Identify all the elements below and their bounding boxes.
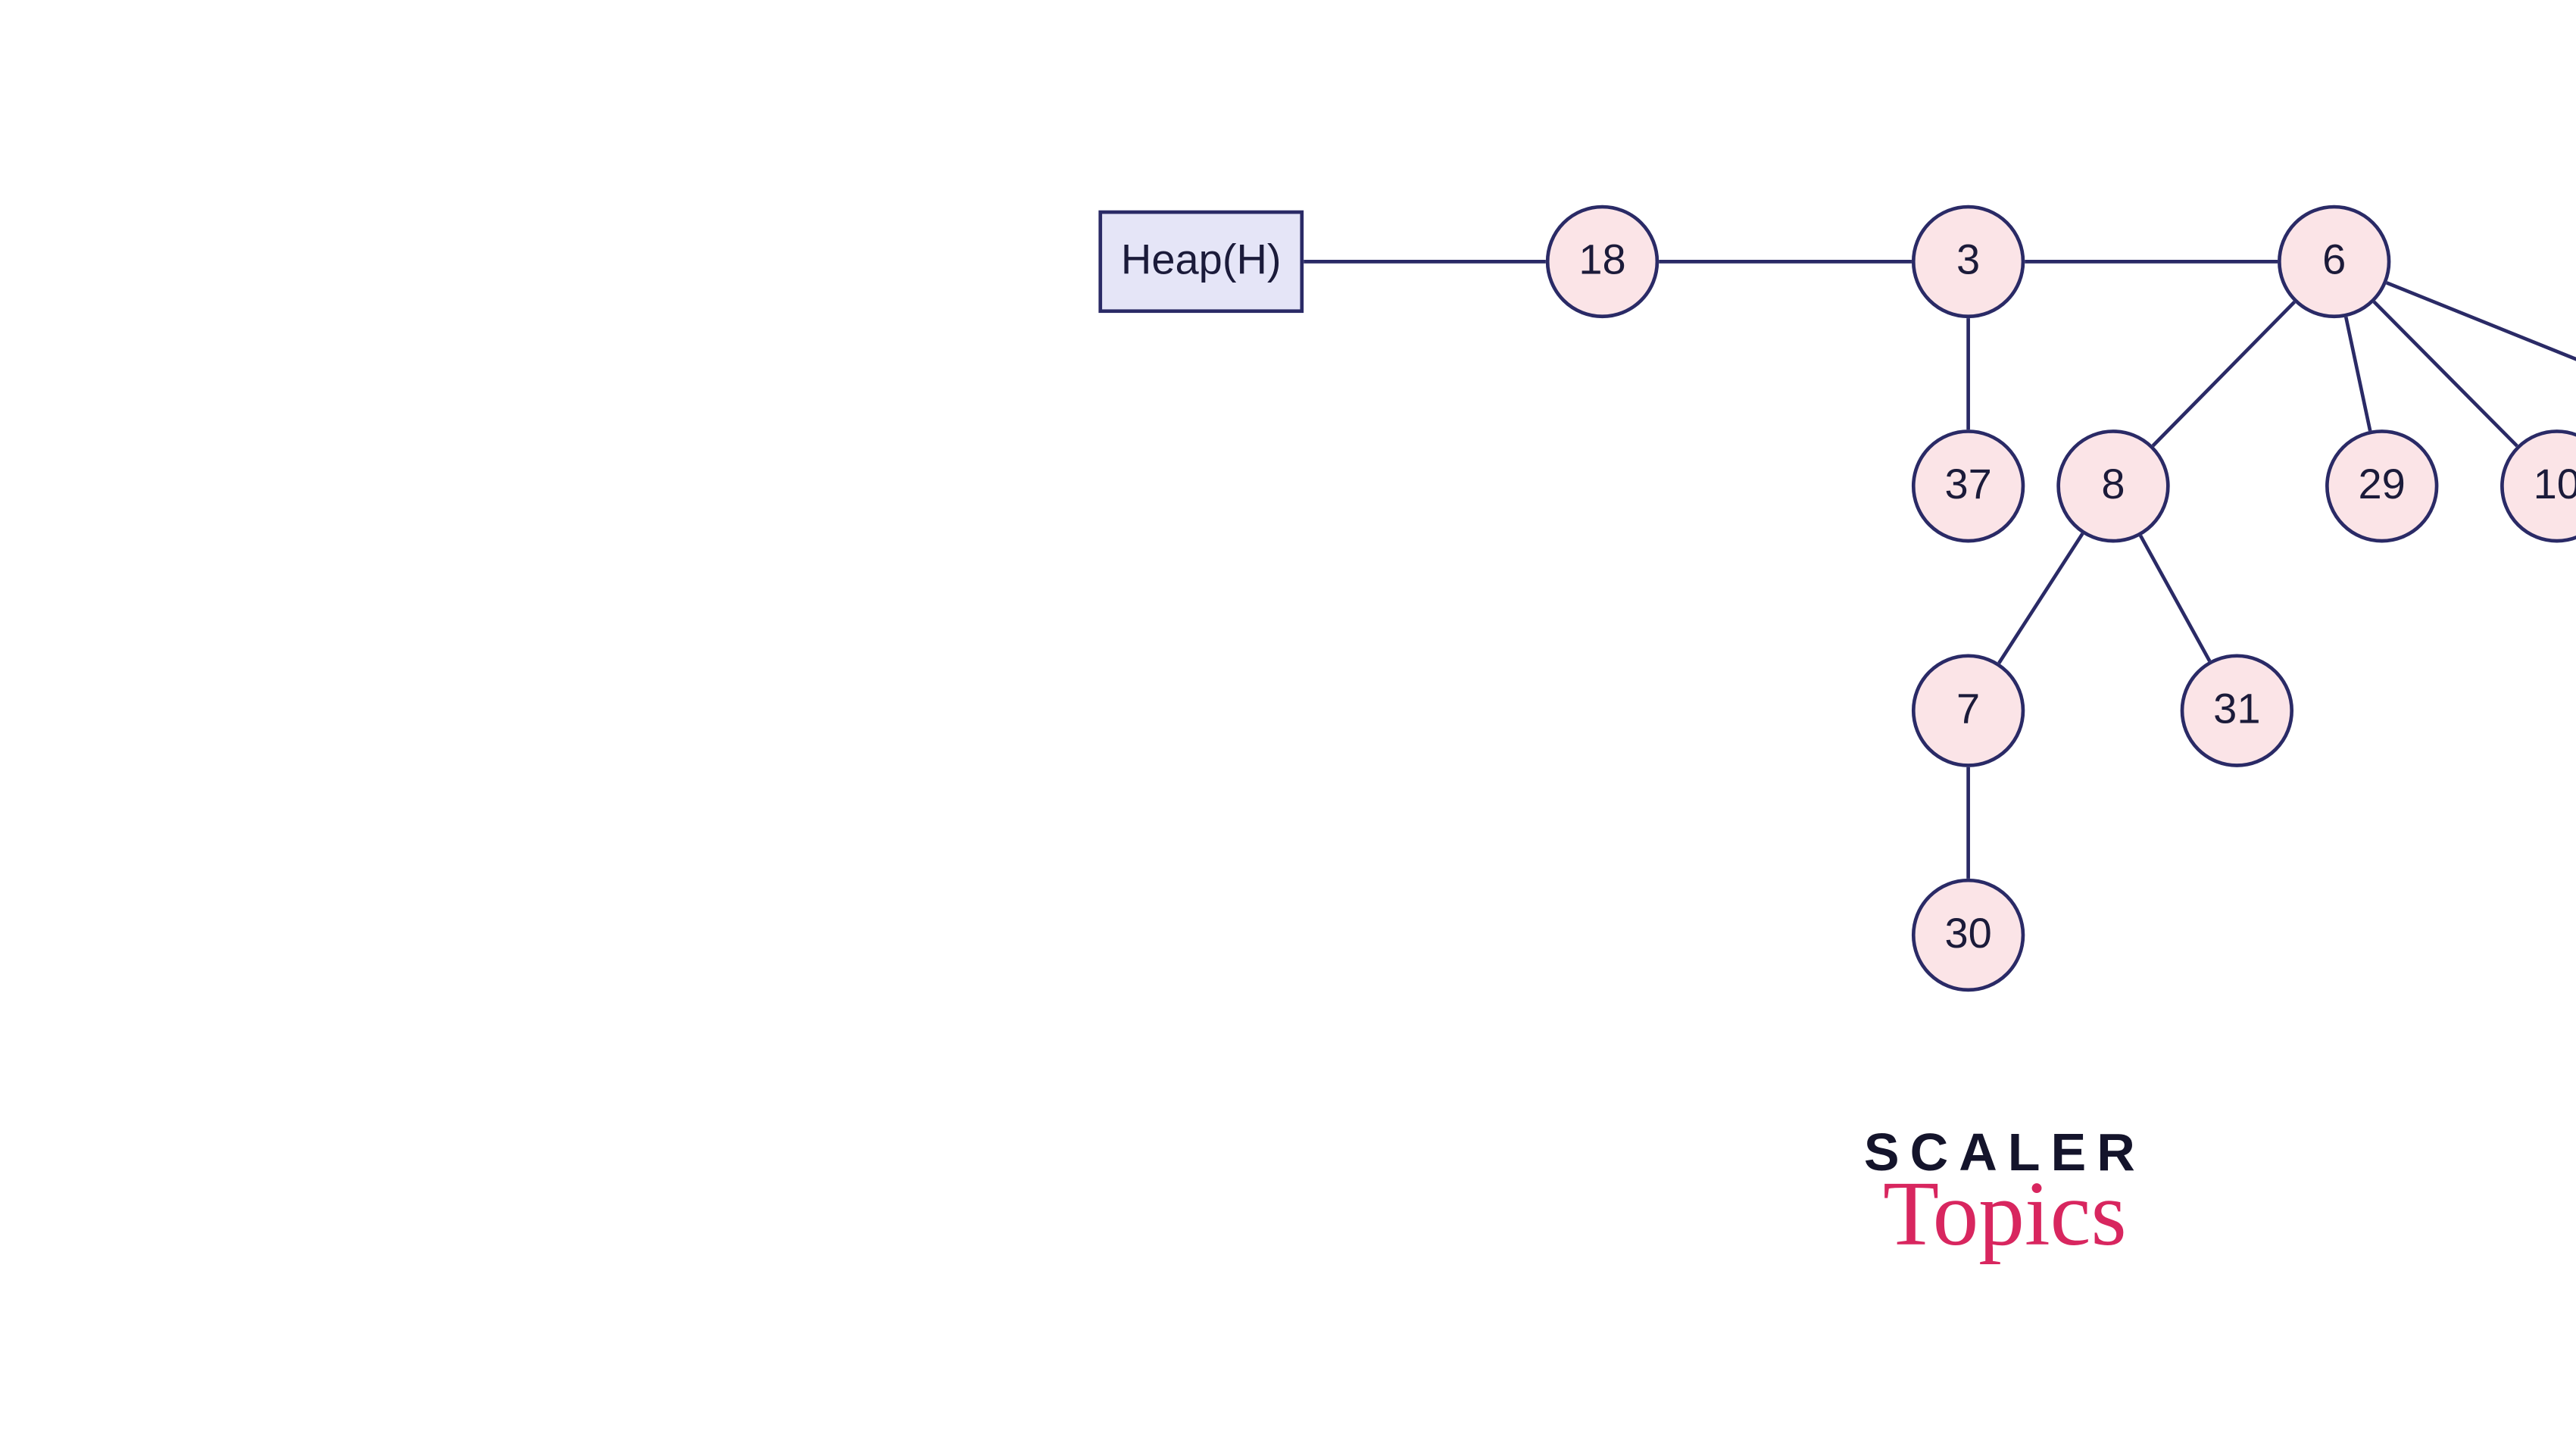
branding-line2: Topics: [1864, 1170, 2146, 1262]
node-label: Heap(H): [1121, 237, 1282, 286]
edge: [2346, 317, 2370, 430]
edge: [1999, 534, 2082, 664]
node-label: 30: [1944, 910, 1991, 960]
heap-node: 7: [1912, 654, 2025, 767]
node-label: 31: [2213, 686, 2260, 735]
heap-node: 6: [2278, 205, 2390, 318]
node-label: 37: [1944, 461, 1991, 511]
edge: [2374, 301, 2517, 445]
heap-node: 10: [2500, 429, 2576, 542]
heap-node: 37: [1912, 429, 2025, 542]
heap-node: 30: [1912, 879, 2025, 992]
branding-logo: SCALER Topics: [1864, 1128, 2146, 1262]
node-label: 18: [1578, 237, 1625, 286]
node-label: 6: [2322, 237, 2346, 286]
heap-node: 8: [2056, 429, 2169, 542]
node-label: 29: [2359, 461, 2406, 511]
heap-root-label: Heap(H): [1098, 211, 1304, 313]
heap-node: 3: [1912, 205, 2025, 318]
heap-node: 31: [2181, 654, 2293, 767]
node-label: 7: [1956, 686, 1980, 735]
node-label: 8: [2101, 461, 2125, 511]
edge: [2140, 536, 2209, 661]
node-label: 3: [1956, 237, 1980, 286]
heap-node: 29: [2325, 429, 2438, 542]
edge: [2153, 302, 2294, 446]
node-label: 10: [2534, 461, 2576, 511]
heap-node: 18: [1546, 205, 1659, 318]
diagram-stage: SCALER Topics Heap(H)183637829104473130: [736, 0, 2576, 1446]
